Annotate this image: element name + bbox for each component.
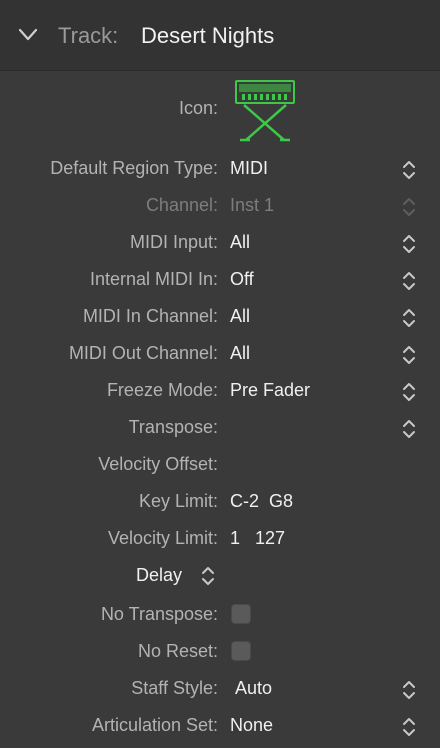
default-region-type-label: Default Region Type: bbox=[50, 158, 218, 178]
default-region-type-row[interactable]: Default Region Type: MIDI bbox=[0, 151, 440, 188]
midi-in-channel-label: MIDI In Channel: bbox=[82, 306, 218, 326]
midi-out-channel-value[interactable]: All bbox=[230, 343, 250, 364]
midi-out-channel-row[interactable]: MIDI Out Channel: All bbox=[0, 336, 440, 373]
midi-input-row[interactable]: MIDI Input: All bbox=[0, 225, 440, 262]
staff-style-row[interactable]: Staff Style: Auto bbox=[0, 671, 440, 708]
updown-arrows-icon[interactable] bbox=[400, 343, 418, 367]
delay-row[interactable]: Delay bbox=[0, 558, 440, 595]
updown-arrows-icon[interactable] bbox=[400, 380, 418, 404]
updown-arrows-icon[interactable] bbox=[400, 269, 418, 293]
freeze-mode-value[interactable]: Pre Fader bbox=[230, 380, 310, 401]
articulation-set-label: Articulation Set: bbox=[91, 715, 218, 735]
no-transpose-checkbox[interactable] bbox=[231, 604, 251, 624]
midi-input-label: MIDI Input: bbox=[129, 232, 218, 252]
articulation-set-row[interactable]: Articulation Set: None bbox=[0, 708, 440, 745]
no-reset-label: No Reset: bbox=[137, 641, 218, 661]
velocity-limit-label: Velocity Limit: bbox=[107, 528, 218, 548]
midi-out-channel-label: MIDI Out Channel: bbox=[68, 343, 218, 363]
velocity-offset-row[interactable]: Velocity Offset: bbox=[0, 447, 440, 484]
staff-style-label: Staff Style: bbox=[131, 678, 218, 698]
velocity-limit-value[interactable]: 1 127 bbox=[230, 528, 285, 549]
articulation-set-value[interactable]: None bbox=[230, 715, 273, 736]
track-inspector-panel: Track: Desert Nights Icon: Default Regio… bbox=[0, 0, 440, 748]
internal-midi-in-label: Internal MIDI In: bbox=[89, 269, 218, 289]
updown-arrows-icon[interactable] bbox=[400, 678, 418, 702]
updown-arrows-icon bbox=[400, 195, 418, 219]
key-limit-row[interactable]: Key Limit: C-2 G8 bbox=[0, 484, 440, 521]
updown-arrows-icon[interactable] bbox=[400, 417, 418, 441]
no-transpose-label: No Transpose: bbox=[100, 604, 218, 624]
updown-arrows-icon[interactable] bbox=[400, 232, 418, 256]
midi-input-value[interactable]: All bbox=[230, 232, 250, 253]
no-transpose-row[interactable]: No Transpose: bbox=[0, 597, 440, 634]
transpose-row[interactable]: Transpose: bbox=[0, 410, 440, 447]
velocity-offset-label: Velocity Offset: bbox=[98, 454, 218, 474]
updown-arrows-icon[interactable] bbox=[400, 715, 418, 739]
keyboard-stand-icon[interactable] bbox=[234, 78, 296, 142]
internal-midi-in-row[interactable]: Internal MIDI In: Off bbox=[0, 262, 440, 299]
staff-style-value[interactable]: Auto bbox=[235, 678, 272, 699]
key-limit-label: Key Limit: bbox=[138, 491, 218, 511]
channel-value: Inst 1 bbox=[230, 195, 275, 215]
track-label: Track: bbox=[58, 23, 119, 48]
chevron-down-icon[interactable] bbox=[18, 27, 38, 43]
default-region-type-value[interactable]: MIDI bbox=[230, 158, 268, 179]
track-header[interactable]: Track: Desert Nights bbox=[0, 0, 440, 71]
freeze-mode-row[interactable]: Freeze Mode: Pre Fader bbox=[0, 373, 440, 410]
icon-row: Icon: bbox=[0, 78, 440, 144]
updown-arrows-icon[interactable] bbox=[400, 306, 418, 330]
velocity-limit-row[interactable]: Velocity Limit: 1 127 bbox=[0, 521, 440, 558]
transpose-label: Transpose: bbox=[128, 417, 218, 437]
updown-arrows-icon[interactable] bbox=[400, 158, 418, 182]
internal-midi-in-value[interactable]: Off bbox=[230, 269, 254, 290]
freeze-mode-label: Freeze Mode: bbox=[106, 380, 218, 400]
no-reset-checkbox[interactable] bbox=[231, 641, 251, 661]
icon-label: Icon: bbox=[178, 98, 218, 118]
delay-menu[interactable]: Delay bbox=[136, 565, 182, 586]
midi-in-channel-row[interactable]: MIDI In Channel: All bbox=[0, 299, 440, 336]
channel-label: Channel: bbox=[145, 195, 218, 215]
track-name[interactable]: Desert Nights bbox=[141, 23, 274, 49]
channel-row: Channel: Inst 1 bbox=[0, 188, 440, 225]
no-reset-row[interactable]: No Reset: bbox=[0, 634, 440, 671]
midi-in-channel-value[interactable]: All bbox=[230, 306, 250, 327]
updown-arrows-icon[interactable] bbox=[200, 565, 216, 587]
key-limit-value[interactable]: C-2 G8 bbox=[230, 491, 293, 512]
